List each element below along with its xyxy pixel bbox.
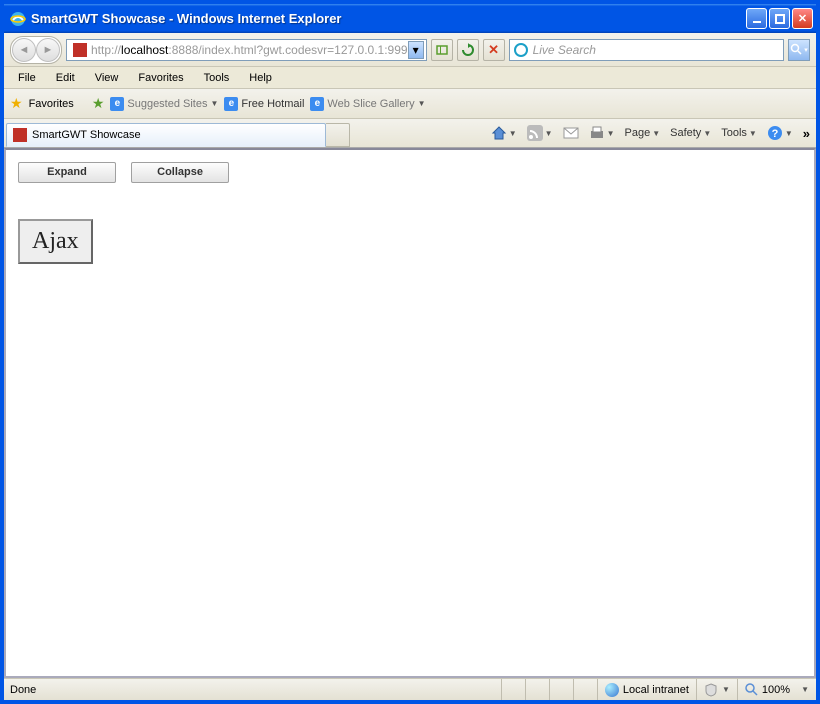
- search-placeholder: Live Search: [533, 43, 596, 57]
- minimize-button[interactable]: [746, 8, 767, 29]
- tools-menu[interactable]: Tools ▼: [717, 124, 761, 142]
- page-content: Expand Collapse Ajax: [4, 148, 816, 678]
- feeds-button[interactable]: ▼: [523, 122, 557, 144]
- zoom-control[interactable]: 100% ▼: [737, 679, 816, 700]
- print-icon: [589, 125, 605, 141]
- safety-menu[interactable]: Safety ▼: [666, 124, 715, 142]
- command-bar: ▼ ▼ ▼ Page ▼ Safety ▼ Tools ▼ ?▼ »: [487, 121, 810, 145]
- expand-button[interactable]: Expand: [18, 162, 116, 183]
- mail-button[interactable]: [559, 124, 583, 142]
- rss-icon: [527, 125, 543, 141]
- chevron-right-icon[interactable]: »: [803, 126, 810, 141]
- refresh-button[interactable]: [457, 39, 479, 61]
- status-cell-3: [549, 679, 573, 700]
- url-text: http://localhost:8888/index.html?gwt.cod…: [91, 43, 408, 57]
- shield-icon: [704, 683, 718, 697]
- mail-icon: [563, 127, 579, 139]
- menu-tools[interactable]: Tools: [194, 69, 240, 87]
- menu-edit[interactable]: Edit: [46, 69, 85, 87]
- favorites-label[interactable]: Favorites: [29, 98, 74, 110]
- window-title: SmartGWT Showcase - Windows Internet Exp…: [31, 11, 746, 26]
- status-cell-4: [573, 679, 597, 700]
- ie-page-icon: e: [110, 97, 124, 111]
- status-cell-2: [525, 679, 549, 700]
- print-button[interactable]: ▼: [585, 122, 619, 144]
- protected-mode[interactable]: ▼: [696, 679, 737, 700]
- tab-label: SmartGWT Showcase: [32, 129, 141, 141]
- ie-icon: [10, 11, 26, 27]
- tab-bar: SmartGWT Showcase ▼ ▼ ▼ Page ▼ Safety ▼ …: [4, 119, 816, 148]
- ajax-label-box[interactable]: Ajax: [18, 219, 93, 264]
- svg-text:?: ?: [771, 128, 778, 140]
- security-zone[interactable]: Local intranet: [597, 679, 696, 700]
- home-button[interactable]: ▼: [487, 122, 521, 144]
- free-hotmail-link[interactable]: eFree Hotmail: [224, 97, 304, 111]
- nav-bar: ◄ ► http://localhost:8888/index.html?gwt…: [4, 33, 816, 67]
- titlebar: SmartGWT Showcase - Windows Internet Exp…: [4, 4, 816, 33]
- back-button[interactable]: ◄: [12, 38, 36, 62]
- status-bar: Done Local intranet ▼ 100% ▼: [4, 678, 816, 700]
- suggested-sites-link[interactable]: eSuggested Sites ▼: [110, 97, 218, 111]
- search-bar[interactable]: Live Search: [509, 39, 784, 61]
- zoom-icon: [745, 683, 758, 696]
- favorites-bar: ★ Favorites ★ eSuggested Sites ▼ eFree H…: [4, 89, 816, 119]
- url-dropdown[interactable]: ▾: [408, 41, 424, 59]
- menu-file[interactable]: File: [8, 69, 46, 87]
- menu-bar: File Edit View Favorites Tools Help: [4, 67, 816, 89]
- close-button[interactable]: ✕: [792, 8, 813, 29]
- collapse-button[interactable]: Collapse: [131, 162, 229, 183]
- menu-favorites[interactable]: Favorites: [128, 69, 193, 87]
- address-bar[interactable]: http://localhost:8888/index.html?gwt.cod…: [66, 39, 427, 61]
- maximize-button[interactable]: [769, 8, 790, 29]
- add-favorite-icon[interactable]: ★: [92, 95, 105, 112]
- status-text: Done: [4, 684, 501, 696]
- ie-page-icon: e: [310, 97, 324, 111]
- stop-button[interactable]: ✕: [483, 39, 505, 61]
- status-cell-1: [501, 679, 525, 700]
- globe-icon: [605, 683, 619, 697]
- forward-button[interactable]: ►: [36, 38, 60, 62]
- home-icon: [491, 125, 507, 141]
- ie-page-icon: e: [224, 97, 238, 111]
- help-button[interactable]: ?▼: [763, 122, 797, 144]
- favorites-star-icon[interactable]: ★: [10, 95, 23, 112]
- compat-button[interactable]: [431, 39, 453, 61]
- page-menu[interactable]: Page ▼: [621, 124, 665, 142]
- bing-icon: [514, 43, 528, 57]
- menu-help[interactable]: Help: [239, 69, 282, 87]
- menu-view[interactable]: View: [85, 69, 129, 87]
- site-favicon: [73, 43, 87, 57]
- web-slice-link[interactable]: eWeb Slice Gallery ▼: [310, 97, 425, 111]
- new-tab-button[interactable]: [326, 123, 350, 147]
- search-button[interactable]: ▾: [788, 39, 810, 61]
- tab-active[interactable]: SmartGWT Showcase: [6, 123, 326, 147]
- help-icon: ?: [767, 125, 783, 141]
- tab-favicon: [13, 128, 27, 142]
